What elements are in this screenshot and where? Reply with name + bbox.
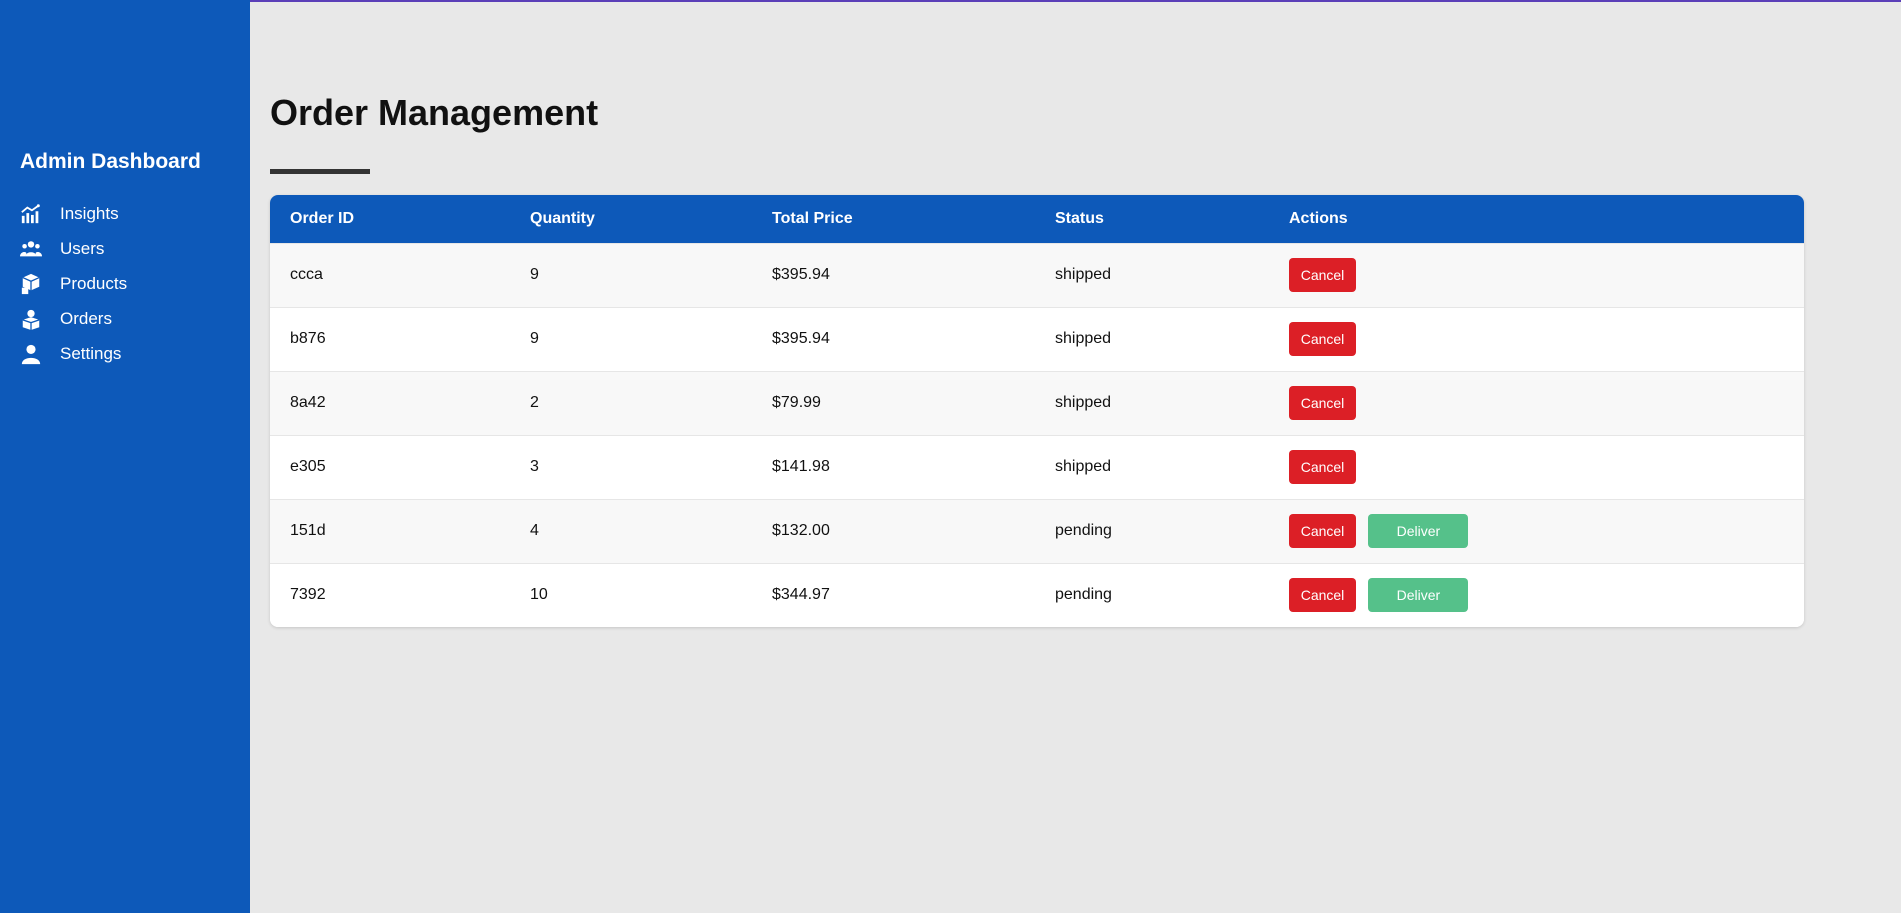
- order-id-cell: ccca: [290, 266, 323, 283]
- table-row: 8a42 2 $79.99 shipped Cancel: [270, 371, 1804, 435]
- total-price-cell: $79.99: [772, 394, 821, 411]
- order-id-cell: 151d: [290, 522, 326, 539]
- order-id-cell: 8a42: [290, 394, 326, 411]
- table-row: e305 3 $141.98 shipped Cancel: [270, 435, 1804, 499]
- column-header-status: Status: [1055, 209, 1104, 227]
- actions-cell: Cancel Deliver: [1269, 499, 1804, 563]
- order-id-cell: e305: [290, 458, 326, 475]
- sidebar-item-label: Settings: [60, 343, 122, 363]
- total-price-cell: $395.94: [772, 330, 830, 347]
- page-title: Order Management: [270, 92, 599, 133]
- deliver-button[interactable]: Deliver: [1368, 578, 1469, 613]
- total-price-cell: $344.97: [772, 586, 830, 604]
- table-row: ccca 9 $395.94 shipped Cancel: [270, 243, 1804, 307]
- total-price-cell: $132.00: [772, 522, 830, 539]
- cancel-button[interactable]: Cancel: [1289, 386, 1356, 420]
- orders-table-card: Order ID Quantity Total Price Status Act…: [270, 195, 1804, 627]
- order-id-cell: b876: [290, 330, 326, 347]
- quantity-cell: 4: [530, 522, 539, 539]
- total-price-cell: $141.98: [772, 458, 830, 475]
- chart-icon: [20, 203, 42, 225]
- quantity-cell: 9: [530, 266, 539, 283]
- status-cell: shipped: [1055, 458, 1112, 475]
- table-header: Order ID Quantity Total Price Status Act…: [270, 195, 1804, 243]
- quantity-cell: 2: [530, 394, 539, 411]
- table-header-row: Order ID Quantity Total Price Status Act…: [270, 195, 1804, 243]
- boxes-icon: [20, 273, 42, 295]
- cancel-button[interactable]: Cancel: [1289, 322, 1356, 356]
- deliver-button[interactable]: Deliver: [1368, 514, 1469, 548]
- status-cell: shipped: [1055, 394, 1112, 411]
- status-cell: pending: [1055, 522, 1112, 539]
- table-body: ccca 9 $395.94 shipped Cancel b876 9 $39…: [270, 243, 1804, 627]
- cancel-button[interactable]: Cancel: [1289, 514, 1356, 548]
- users-icon: [20, 238, 42, 260]
- column-header-order-id: Order ID: [290, 209, 355, 227]
- status-cell: shipped: [1055, 266, 1112, 283]
- orders-table: Order ID Quantity Total Price Status Act…: [270, 195, 1804, 627]
- column-header-total-price: Total Price: [772, 209, 853, 227]
- table-row: 151d 4 $132.00 pending Cancel Deliver: [270, 499, 1804, 563]
- column-header-quantity: Quantity: [530, 209, 595, 227]
- main-content: Order Management Order ID Quantity Total…: [250, 0, 1901, 913]
- actions-cell: Cancel: [1269, 371, 1804, 435]
- title-underline: [270, 169, 370, 174]
- sidebar-item-label: Users: [60, 238, 105, 258]
- cancel-button[interactable]: Cancel: [1289, 450, 1356, 484]
- table-row: b876 9 $395.94 shipped Cancel: [270, 307, 1804, 371]
- status-cell: shipped: [1055, 330, 1112, 347]
- sidebar-item-products[interactable]: Products: [20, 266, 240, 301]
- column-header-actions: Actions: [1289, 209, 1348, 227]
- orders-icon: [20, 308, 42, 330]
- sidebar-brand: Admin Dashboard: [20, 150, 201, 173]
- sidebar-item-insights[interactable]: Insights: [20, 196, 240, 231]
- sidebar-item-settings[interactable]: Settings: [20, 336, 240, 371]
- actions-cell: Cancel: [1269, 307, 1804, 371]
- cancel-button[interactable]: Cancel: [1289, 578, 1356, 613]
- sidebar-item-orders[interactable]: Orders: [20, 301, 240, 336]
- cancel-button[interactable]: Cancel: [1289, 258, 1356, 292]
- total-price-cell: $395.94: [772, 266, 830, 283]
- order-id-cell: 7392: [290, 586, 326, 604]
- sidebar-item-users[interactable]: Users: [20, 231, 240, 266]
- quantity-cell: 9: [530, 330, 539, 347]
- table-row: 7392 10 $344.97 pending Cancel Deliver: [270, 563, 1804, 627]
- sidebar: Admin Dashboard Insights Users Products …: [0, 0, 250, 913]
- sidebar-item-label: Products: [60, 273, 128, 293]
- sidebar-item-label: Orders: [60, 308, 112, 328]
- quantity-cell: 3: [530, 458, 539, 475]
- quantity-cell: 10: [530, 586, 548, 604]
- actions-cell: Cancel: [1269, 243, 1804, 307]
- sidebar-nav: Insights Users Products Orders Settings: [20, 196, 240, 371]
- actions-cell: Cancel: [1269, 435, 1804, 499]
- sidebar-item-label: Insights: [60, 203, 119, 223]
- user-icon: [20, 343, 42, 365]
- actions-cell: Cancel Deliver: [1269, 563, 1804, 627]
- status-cell: pending: [1055, 586, 1112, 604]
